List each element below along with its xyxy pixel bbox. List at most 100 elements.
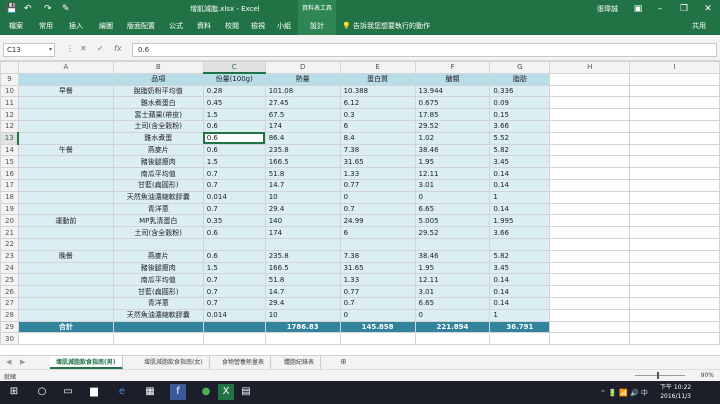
item-cell[interactable]: 南瓜平均值 (112, 167, 204, 180)
folder-icon[interactable]: ▆ (86, 384, 102, 400)
calorie-cell[interactable]: 235.8 (264, 249, 341, 263)
total-f[interactable]: 221.894 (414, 320, 491, 334)
portion-cell[interactable]: 0.6 (202, 131, 266, 145)
meal-cell[interactable] (17, 108, 114, 121)
meal-cell[interactable] (17, 96, 114, 110)
fat-cell[interactable]: 0.14 (489, 202, 551, 216)
cell[interactable] (549, 155, 631, 169)
carb-cell[interactable]: 12.11 (414, 273, 491, 287)
portion-cell[interactable]: 0.6 (202, 249, 266, 263)
portion-cell[interactable]: 0.7 (202, 273, 266, 287)
cell[interactable] (629, 285, 720, 298)
fat-cell[interactable]: 1.995 (489, 214, 551, 228)
protein-cell[interactable]: 1.33 (339, 167, 416, 180)
meal-cell[interactable] (17, 296, 114, 310)
meal-cell[interactable] (17, 119, 114, 133)
sheet-tab-female-guide[interactable]: 增肌減脂飲食指南(女) (138, 356, 210, 369)
tab-draw[interactable]: 繪圖 (94, 18, 118, 35)
row-header[interactable]: 12 (0, 108, 19, 121)
cell[interactable] (17, 332, 114, 346)
item-cell[interactable]: 富士蘋果(帶皮) (112, 108, 204, 121)
user-name[interactable]: 張瑋誠 (597, 4, 618, 14)
tab-file[interactable]: 檔案 (4, 18, 28, 35)
meal-cell[interactable] (17, 237, 114, 251)
worksheet-grid[interactable]: A B C D E F G H I 9 品項 份量(100g) 熱量 蛋白質 醣類 脂肪 10 早餐 脫脂奶粉平均值… (0, 61, 720, 355)
item-cell[interactable]: 豬後腿瘦肉 (112, 261, 204, 275)
carb-cell[interactable]: 6.65 (414, 202, 491, 216)
protein-cell[interactable]: 0.77 (339, 178, 416, 192)
carb-cell[interactable]: 29.52 (414, 226, 491, 239)
carb-cell[interactable]: 29.52 (414, 119, 491, 133)
calorie-cell[interactable]: 51.8 (264, 273, 341, 287)
task-view-icon[interactable]: ▭ (60, 384, 76, 400)
portion-cell[interactable]: 0.35 (202, 214, 266, 228)
cell[interactable] (339, 332, 416, 346)
fat-cell[interactable]: 0.336 (489, 84, 551, 98)
cell[interactable] (629, 296, 720, 310)
item-cell[interactable]: 雞水煮蛋 (112, 131, 204, 145)
fat-cell[interactable]: 3.45 (489, 155, 551, 169)
row-header[interactable]: 24 (0, 261, 19, 275)
item-cell[interactable]: 土司(含全穀粉) (112, 226, 204, 239)
tab-home[interactable]: 常用 (34, 18, 58, 35)
portion-cell[interactable]: 0.7 (202, 178, 266, 192)
row-header[interactable]: 15 (0, 155, 19, 169)
column-header-f[interactable]: F (414, 61, 491, 74)
meal-cell[interactable] (17, 155, 114, 169)
tab-page-layout[interactable]: 版面配置 (124, 18, 158, 35)
zoom-level[interactable]: 90% (701, 372, 714, 379)
cell[interactable] (549, 273, 631, 287)
cell[interactable] (549, 261, 631, 275)
carb-cell[interactable]: 38.46 (414, 249, 491, 263)
cell[interactable] (549, 332, 631, 346)
row-header[interactable]: 30 (0, 332, 19, 346)
maximize-icon[interactable]: ❐ (672, 0, 696, 18)
meal-cell[interactable] (17, 167, 114, 180)
calorie-cell[interactable]: 29.4 (264, 202, 341, 216)
cell[interactable] (112, 320, 204, 334)
calorie-cell[interactable]: 101.08 (264, 84, 341, 98)
redo-icon[interactable]: ↷ (44, 3, 52, 15)
tab-design[interactable]: 設計 (298, 18, 336, 35)
zoom-slider-knob[interactable] (657, 372, 659, 379)
item-cell[interactable]: 脫脂奶粉平均值 (112, 84, 204, 98)
row-header[interactable]: 26 (0, 285, 19, 298)
cell[interactable] (629, 84, 720, 98)
ribbon-display-icon[interactable]: ▣ (626, 0, 650, 18)
carb-cell[interactable]: 3.01 (414, 285, 491, 298)
cell[interactable] (629, 72, 720, 86)
fat-cell[interactable] (489, 237, 551, 251)
portion-cell[interactable] (202, 237, 266, 251)
meal-cell[interactable] (17, 190, 114, 204)
cell[interactable] (549, 131, 631, 145)
protein-cell[interactable]: 0 (339, 308, 416, 322)
column-header-e[interactable]: E (339, 61, 416, 74)
cell[interactable] (629, 202, 720, 216)
protein-cell[interactable]: 31.65 (339, 261, 416, 275)
zoom-slider[interactable] (635, 375, 685, 376)
cell[interactable] (202, 332, 266, 346)
cell[interactable] (629, 155, 720, 169)
portion-cell[interactable]: 1.5 (202, 108, 266, 121)
undo-icon[interactable]: ↶ (24, 3, 32, 15)
cell[interactable] (549, 308, 631, 322)
item-cell[interactable]: 青洋蔥 (112, 296, 204, 310)
row-header[interactable]: 23 (0, 249, 19, 263)
cell[interactable] (549, 237, 631, 251)
excel-taskbar-icon[interactable]: X (218, 384, 234, 400)
cell[interactable] (629, 96, 720, 110)
portion-cell[interactable]: 0.014 (202, 190, 266, 204)
protein-cell[interactable]: 7.38 (339, 249, 416, 263)
cell[interactable] (629, 167, 720, 180)
calorie-cell[interactable]: 10 (264, 308, 341, 322)
protein-cell[interactable]: 0 (339, 190, 416, 204)
row-header[interactable]: 29 (0, 320, 19, 334)
column-header-i[interactable]: I (629, 61, 720, 74)
fat-cell[interactable]: 0.09 (489, 96, 551, 110)
fat-cell[interactable]: 0.14 (489, 273, 551, 287)
protein-cell[interactable]: 24.99 (339, 214, 416, 228)
item-cell[interactable]: 燕麥片 (112, 249, 204, 263)
search-icon[interactable]: ○ (34, 384, 50, 400)
row-header[interactable]: 9 (0, 72, 19, 86)
column-title-e[interactable]: 蛋白質 (339, 72, 416, 86)
